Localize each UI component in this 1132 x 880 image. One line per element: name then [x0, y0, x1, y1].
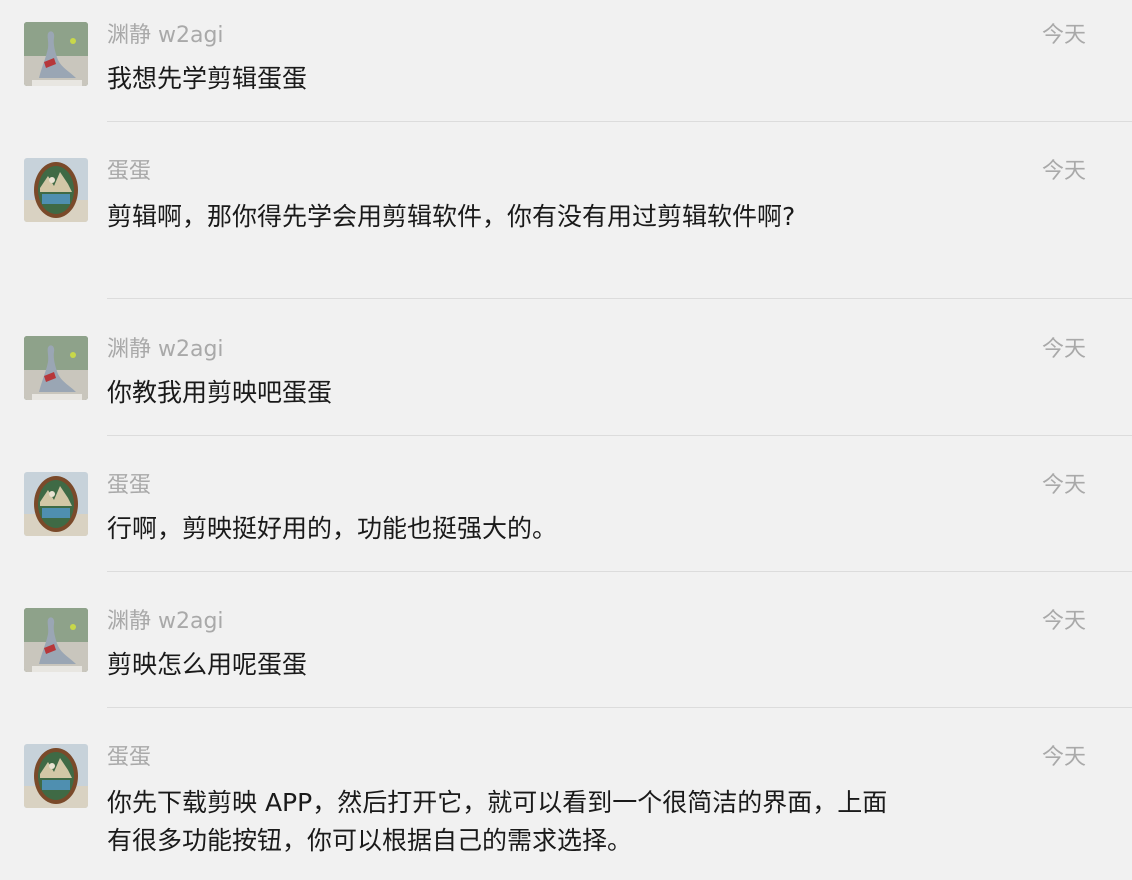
bot-avatar-image: [24, 472, 88, 536]
message-divider: [107, 435, 1132, 436]
user-avatar-image: [24, 336, 88, 400]
sender-name: 渊静 w2agi: [107, 337, 224, 362]
chat-history: 渊静 w2agi 今天 我想先学剪辑蛋蛋 蛋蛋 今天 剪辑啊，那你得先学会用剪辑…: [0, 0, 1132, 880]
message-divider: [107, 571, 1132, 572]
bot-avatar-image: [24, 158, 88, 222]
message-text: 我想先学剪辑蛋蛋: [107, 64, 308, 93]
message-text: 剪辑啊，那你得先学会用剪辑软件，你有没有用过剪辑软件啊?: [107, 202, 796, 231]
bot-avatar-image: [24, 744, 88, 808]
bot-avatar[interactable]: [24, 744, 88, 808]
user-avatar-image: [24, 608, 88, 672]
message-time: 今天: [1041, 337, 1086, 362]
user-avatar[interactable]: [24, 22, 88, 86]
message-text: 行啊，剪映挺好用的，功能也挺强大的。: [107, 514, 558, 543]
sender-name: 蛋蛋: [107, 745, 152, 770]
message-time: 今天: [1041, 609, 1086, 634]
user-avatar[interactable]: [24, 336, 88, 400]
sender-name: 蛋蛋: [107, 473, 152, 498]
bot-avatar[interactable]: [24, 158, 88, 222]
user-avatar-image: [24, 22, 88, 86]
message-time: 今天: [1041, 473, 1086, 498]
bot-avatar[interactable]: [24, 472, 88, 536]
message-text: 你先下载剪映 APP，然后打开它，就可以看到一个很简洁的界面，上面有很多功能按钮…: [107, 788, 888, 855]
message-text: 剪映怎么用呢蛋蛋: [107, 650, 308, 679]
message-divider: [107, 121, 1132, 122]
message-divider: [107, 707, 1132, 708]
message-divider: [107, 298, 1132, 299]
user-avatar[interactable]: [24, 608, 88, 672]
message-time: 今天: [1041, 159, 1086, 184]
sender-name: 渊静 w2agi: [107, 23, 224, 48]
sender-name: 蛋蛋: [107, 159, 152, 184]
message-text: 你教我用剪映吧蛋蛋: [107, 378, 333, 407]
sender-name: 渊静 w2agi: [107, 609, 224, 634]
message-time: 今天: [1041, 23, 1086, 48]
message-time: 今天: [1041, 745, 1086, 770]
